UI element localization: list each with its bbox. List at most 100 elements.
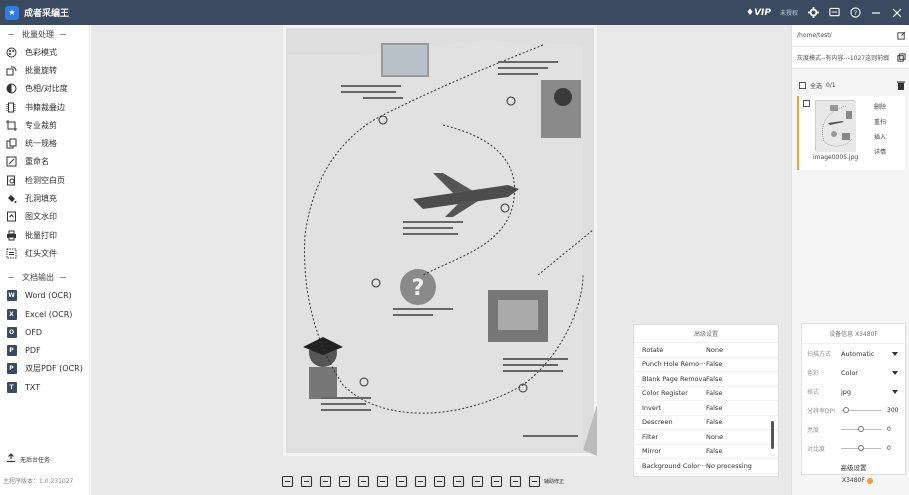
sidebar-item-printer[interactable]: 批量打印 xyxy=(0,226,89,244)
advanced-settings-button[interactable]: 高级设置 xyxy=(802,458,905,476)
setting-value[interactable]: No processing xyxy=(706,462,752,470)
thumbnail-card[interactable]: 删除 重扫 插入 详情 image0005.jpg xyxy=(797,96,905,170)
sidebar-item-uniform-size[interactable]: 统一规格 xyxy=(0,134,89,152)
brightness-slider[interactable] xyxy=(841,426,881,432)
vip-badge[interactable]: ♦VIP xyxy=(746,8,771,18)
thumbnail-image[interactable] xyxy=(815,100,856,152)
dpi-slider-knob[interactable] xyxy=(842,407,849,413)
sidebar-item-contrast[interactable]: 色相/对比度 xyxy=(0,80,89,98)
output-item[interactable]: O OFD xyxy=(0,323,89,341)
setting-value[interactable]: None xyxy=(706,476,723,477)
setting-value[interactable]: False xyxy=(706,389,722,397)
color-select[interactable]: 色彩 Color xyxy=(802,363,905,382)
trash-icon[interactable] xyxy=(897,81,905,90)
output-item[interactable]: P PDF xyxy=(0,341,89,359)
crop-corner-icon[interactable] xyxy=(319,475,332,488)
format-select[interactable]: 格式 jpg xyxy=(802,382,905,401)
sidebar-item-label: 重命名 xyxy=(25,157,49,167)
sidebar-item-watermark[interactable]: 图文水印 xyxy=(0,208,89,226)
sidebar-item-rotate[interactable]: 批量旋转 xyxy=(0,61,89,79)
align-icon[interactable] xyxy=(395,475,408,488)
advanced-setting-row[interactable]: Descreen False xyxy=(634,416,778,430)
setting-value[interactable]: False xyxy=(706,404,722,412)
contrast-slider[interactable] xyxy=(841,445,881,451)
unregistered-label[interactable]: 未授权 xyxy=(780,8,798,17)
advanced-setting-row[interactable]: Mirror False xyxy=(634,445,778,459)
advanced-setting-row[interactable]: Background Color··· No processing xyxy=(634,459,778,474)
advanced-setting-row[interactable]: Invert False xyxy=(634,401,778,416)
thumbnail-action[interactable]: 详情 xyxy=(874,147,886,156)
advanced-setting-row[interactable]: Rotate None xyxy=(634,343,778,358)
scanner-status[interactable]: X3480F xyxy=(842,477,873,484)
qr-code-icon[interactable] xyxy=(509,475,522,488)
output-item[interactable]: X Excel (OCR) xyxy=(0,305,89,323)
fill-icon xyxy=(6,193,17,204)
sidebar-item-fill[interactable]: 孔洞填充 xyxy=(0,189,89,207)
chevron-down-icon xyxy=(892,389,898,394)
output-item[interactable]: W Word (OCR) xyxy=(0,287,89,305)
deskew-icon[interactable] xyxy=(376,475,389,488)
fit-height-icon[interactable] xyxy=(281,475,294,488)
advanced-setting-row[interactable]: Punch Hole Remo··· False xyxy=(634,358,778,372)
print-icon[interactable] xyxy=(452,475,465,488)
gear-icon[interactable] xyxy=(807,7,819,19)
advanced-setting-row[interactable]: Filter None xyxy=(634,430,778,445)
sidebar-item-crop[interactable]: 专业裁剪 xyxy=(0,116,89,134)
sidebar-item-label: 色相/对比度 xyxy=(25,84,68,94)
brightness-slider-knob[interactable] xyxy=(858,426,864,432)
ocr-icon[interactable] xyxy=(471,475,484,488)
select-all-checkbox[interactable] xyxy=(799,81,806,89)
color-adjust-icon[interactable] xyxy=(414,475,427,488)
scan-mode[interactable]: 灰度模式--有内容---1027这则前缀 xyxy=(792,47,909,69)
thumbnail-action[interactable]: 重扫 xyxy=(874,117,886,126)
split-icon[interactable] xyxy=(357,475,370,488)
sidebar-item-palette[interactable]: 色彩模式 xyxy=(0,43,89,61)
copy-icon[interactable] xyxy=(897,53,906,62)
preview-area[interactable]: ? 辅助修正 高级设置 Rotate None Punch Hole Remo·… xyxy=(91,25,791,495)
book-crop-icon xyxy=(6,102,17,113)
setting-key: Mirror xyxy=(642,447,662,456)
file-type-icon: P xyxy=(6,345,17,357)
advanced-setting-row[interactable]: Soft ImageNone xyxy=(634,474,778,477)
correction-label[interactable]: 辅助修正 xyxy=(544,478,564,485)
message-icon[interactable] xyxy=(828,7,840,19)
dpi-slider[interactable] xyxy=(841,407,881,413)
thumbnail-action[interactable]: 删除 xyxy=(874,102,886,111)
thumbnail-action[interactable]: 插入 xyxy=(874,132,886,141)
select-area-icon[interactable] xyxy=(300,475,313,488)
sidebar-item-header-doc[interactable]: 红头文件 xyxy=(0,244,89,262)
close-icon[interactable] xyxy=(891,7,903,19)
help-icon[interactable]: ? xyxy=(849,7,861,19)
setting-value[interactable]: False xyxy=(706,375,722,383)
auto-crop-icon[interactable] xyxy=(338,475,351,488)
select-all-label[interactable]: 全选 xyxy=(810,81,822,90)
correction-icon[interactable] xyxy=(528,475,541,488)
setting-key: Rotate xyxy=(642,345,664,354)
output-path[interactable]: /home/test/ xyxy=(792,25,909,47)
advanced-settings-title: 高级设置 xyxy=(634,325,778,343)
setting-value[interactable]: None xyxy=(706,433,723,441)
setting-key: Soft Image xyxy=(642,476,706,477)
setting-value[interactable]: False xyxy=(706,360,722,368)
setting-value[interactable]: None xyxy=(706,346,723,354)
output-item[interactable]: T TXT xyxy=(0,378,89,396)
scan-mode-select[interactable]: 扫描方式 Automatic xyxy=(802,344,905,363)
advanced-setting-row[interactable]: Blank Page Removal False xyxy=(634,372,778,387)
thumbnail-checkbox[interactable] xyxy=(803,100,810,107)
advanced-setting-row[interactable]: Color Register False xyxy=(634,387,778,401)
minimize-icon[interactable] xyxy=(870,7,882,19)
sidebar-item-book-crop[interactable]: 书籍裁叠边 xyxy=(0,98,89,116)
image-toolbar: 辅助修正 xyxy=(281,467,564,495)
rotate-left-icon[interactable] xyxy=(433,475,446,488)
setting-value[interactable]: False xyxy=(706,447,722,455)
setting-value[interactable]: False xyxy=(706,418,722,426)
background-tasks[interactable]: 无后台任务 xyxy=(6,453,50,465)
sidebar-item-rename[interactable]: 重命名 xyxy=(0,153,89,171)
contrast-slider-knob[interactable] xyxy=(858,445,864,451)
sidebar-item-blank-detect[interactable]: 检测空白页 xyxy=(0,171,89,189)
output-item[interactable]: P 双层PDF (OCR) xyxy=(0,360,89,378)
edit-icon[interactable] xyxy=(897,31,906,40)
scanned-page-preview[interactable]: ? xyxy=(283,25,597,456)
ocr-text-icon[interactable] xyxy=(490,475,503,488)
advanced-panel-scrollbar[interactable] xyxy=(771,421,774,449)
